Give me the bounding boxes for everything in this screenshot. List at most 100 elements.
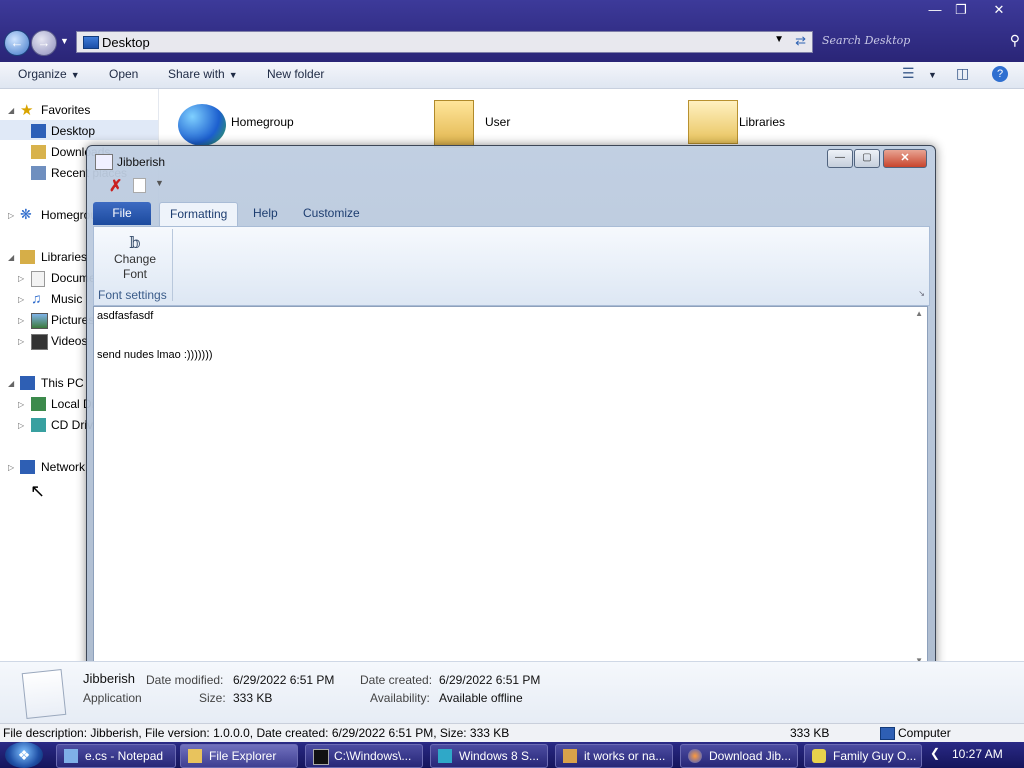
expand-arrow-icon[interactable]: ▷ bbox=[18, 316, 24, 325]
homegroup-icon: ❋ bbox=[20, 206, 32, 222]
expand-arrow-icon[interactable]: ▷ bbox=[18, 295, 24, 304]
new-document-icon[interactable] bbox=[133, 178, 146, 193]
app-icon bbox=[95, 154, 113, 170]
search-icon[interactable]: ⚲ bbox=[1010, 32, 1020, 49]
taskbar-item-windows8[interactable]: Windows 8 S... bbox=[430, 744, 548, 768]
text-editor[interactable]: asdfasfasdf send nudes lmao :))))))) ▲ ▼ bbox=[93, 306, 928, 668]
view-options-icon[interactable]: ☰ bbox=[902, 65, 915, 82]
computer-icon bbox=[20, 376, 35, 390]
ribbon-panel: 𝕓 Change Font Font settings ↘ bbox=[93, 226, 930, 306]
date-modified-value: 6/29/2022 6:51 PM bbox=[233, 673, 335, 687]
close-document-icon[interactable]: ✗ bbox=[109, 176, 122, 196]
user-item[interactable]: User bbox=[485, 115, 510, 129]
nav-this-pc[interactable]: This PC bbox=[41, 376, 84, 390]
change-font-label-line2: Font bbox=[122, 267, 147, 281]
address-bar[interactable]: Desktop ▼ ⇄ bbox=[76, 31, 813, 53]
search-input[interactable]: Search Desktop ⚲ bbox=[818, 31, 1024, 51]
taskbar-item-notepad[interactable]: e.cs - Notepad bbox=[56, 744, 176, 768]
documents-icon bbox=[31, 271, 45, 287]
tab-formatting[interactable]: Formatting bbox=[159, 202, 239, 226]
search-placeholder: Search Desktop bbox=[822, 34, 911, 47]
status-size: 333 KB bbox=[790, 726, 830, 740]
libraries-icon bbox=[688, 100, 738, 144]
libraries-item[interactable]: Libraries bbox=[739, 115, 785, 129]
minimize-button[interactable]: — bbox=[827, 149, 853, 168]
chevron-down-icon: ▼ bbox=[70, 70, 80, 80]
expand-arrow-icon[interactable]: ▷ bbox=[18, 274, 24, 283]
tab-file[interactable]: File bbox=[93, 202, 151, 225]
dialog-launcher-icon[interactable]: ↘ bbox=[918, 289, 925, 298]
qat-dropdown-icon[interactable]: ▼ bbox=[155, 178, 164, 188]
tab-help[interactable]: Help bbox=[243, 202, 288, 225]
homegroup-icon bbox=[178, 104, 226, 146]
change-font-button[interactable]: 𝕓 Change Font bbox=[104, 233, 166, 283]
date-created-label: Date created: bbox=[360, 673, 433, 687]
expand-arrow-icon[interactable]: ◢ bbox=[8, 106, 14, 115]
change-font-label: Change Font bbox=[104, 252, 166, 282]
open-button[interactable]: Open bbox=[109, 67, 138, 81]
taskbar-item-label: e.cs - Notepad bbox=[85, 749, 164, 763]
scroll-up-icon[interactable]: ▲ bbox=[915, 309, 923, 318]
taskbar-item-label: Windows 8 S... bbox=[459, 749, 540, 763]
taskbar-item-label: Download Jib... bbox=[709, 749, 792, 763]
maximize-button[interactable]: ▢ bbox=[854, 149, 880, 168]
expand-arrow-icon[interactable]: ◢ bbox=[8, 253, 14, 262]
new-folder-button[interactable]: New folder bbox=[267, 67, 324, 81]
ribbon-tabs: File Formatting Help Customize bbox=[93, 202, 928, 226]
help-icon[interactable]: ? bbox=[992, 66, 1008, 82]
taskbar-clock[interactable]: 10:27 AM bbox=[952, 747, 1003, 761]
text-line: asdfasfasdf bbox=[97, 310, 154, 322]
nav-network[interactable]: Network bbox=[41, 460, 85, 474]
restore-button[interactable]: ❐ bbox=[944, 0, 978, 20]
nav-videos[interactable]: Videos bbox=[51, 334, 87, 348]
font-group-label: Font settings bbox=[98, 288, 167, 302]
availability-value: Available offline bbox=[439, 691, 523, 705]
taskbar-item-label: it works or na... bbox=[584, 749, 666, 763]
star-icon: ★ bbox=[20, 102, 34, 119]
expand-arrow-icon[interactable]: ▷ bbox=[18, 421, 24, 430]
expand-arrow-icon[interactable]: ▷ bbox=[8, 211, 14, 220]
nav-music[interactable]: Music bbox=[51, 292, 82, 306]
show-hidden-icons-icon[interactable]: ❮ bbox=[930, 746, 940, 760]
back-button[interactable]: ← bbox=[4, 30, 30, 56]
nav-desktop[interactable]: Desktop bbox=[51, 124, 95, 138]
refresh-icon[interactable]: ⇄ bbox=[795, 33, 806, 49]
view-dropdown-icon[interactable]: ▼ bbox=[928, 70, 937, 80]
taskbar-item-cmd[interactable]: C:\Windows\... bbox=[305, 744, 423, 768]
mouse-cursor-icon: ↖ bbox=[30, 481, 46, 501]
address-dropdown-icon[interactable]: ▼ bbox=[774, 34, 784, 45]
app-icon bbox=[563, 749, 577, 763]
organize-button[interactable]: Organize ▼ bbox=[18, 67, 80, 81]
taskbar-item-browser-download[interactable]: Download Jib... bbox=[680, 744, 798, 768]
forward-button[interactable]: → bbox=[31, 30, 57, 56]
pictures-icon bbox=[31, 313, 48, 329]
close-button[interactable]: ✕ bbox=[982, 0, 1016, 20]
app-icon bbox=[438, 749, 452, 763]
size-label: Size: bbox=[199, 691, 226, 705]
close-button[interactable]: ✕ bbox=[883, 149, 927, 168]
network-icon bbox=[20, 460, 35, 474]
desktop-icon bbox=[31, 124, 46, 138]
shield-icon bbox=[812, 749, 826, 763]
start-button[interactable]: ❖ bbox=[5, 742, 43, 768]
details-pane: Jibberish Application Date modified: 6/2… bbox=[0, 661, 1024, 724]
recent-pages-dropdown[interactable]: ▼ bbox=[60, 36, 69, 46]
jibberish-window: Jibberish — ▢ ✕ ✗ ▼ File Formatting Help… bbox=[86, 145, 936, 675]
taskbar-item-it-works[interactable]: it works or na... bbox=[555, 744, 673, 768]
nav-libraries[interactable]: Libraries bbox=[41, 250, 87, 264]
homegroup-item[interactable]: Homegroup bbox=[231, 115, 294, 129]
preview-pane-icon[interactable]: ◫ bbox=[956, 65, 969, 82]
taskbar-item-file-explorer[interactable]: File Explorer bbox=[180, 744, 298, 768]
explorer-title-bar: — ❐ ✕ ← → ▼ Desktop ▼ ⇄ Search Desktop ⚲ bbox=[0, 0, 1024, 62]
expand-arrow-icon[interactable]: ▷ bbox=[18, 337, 24, 346]
share-with-button[interactable]: Share with ▼ bbox=[168, 67, 238, 81]
status-bar: File description: Jibberish, File versio… bbox=[0, 723, 1024, 743]
availability-label: Availability: bbox=[370, 691, 430, 705]
tab-customize[interactable]: Customize bbox=[293, 202, 370, 225]
terminal-icon bbox=[313, 749, 329, 765]
expand-arrow-icon[interactable]: ▷ bbox=[18, 400, 24, 409]
expand-arrow-icon[interactable]: ◢ bbox=[8, 379, 14, 388]
taskbar-item-family-guy[interactable]: Family Guy O... bbox=[804, 744, 922, 768]
expand-arrow-icon[interactable]: ▷ bbox=[8, 463, 14, 472]
nav-favorites[interactable]: Favorites bbox=[41, 103, 90, 117]
